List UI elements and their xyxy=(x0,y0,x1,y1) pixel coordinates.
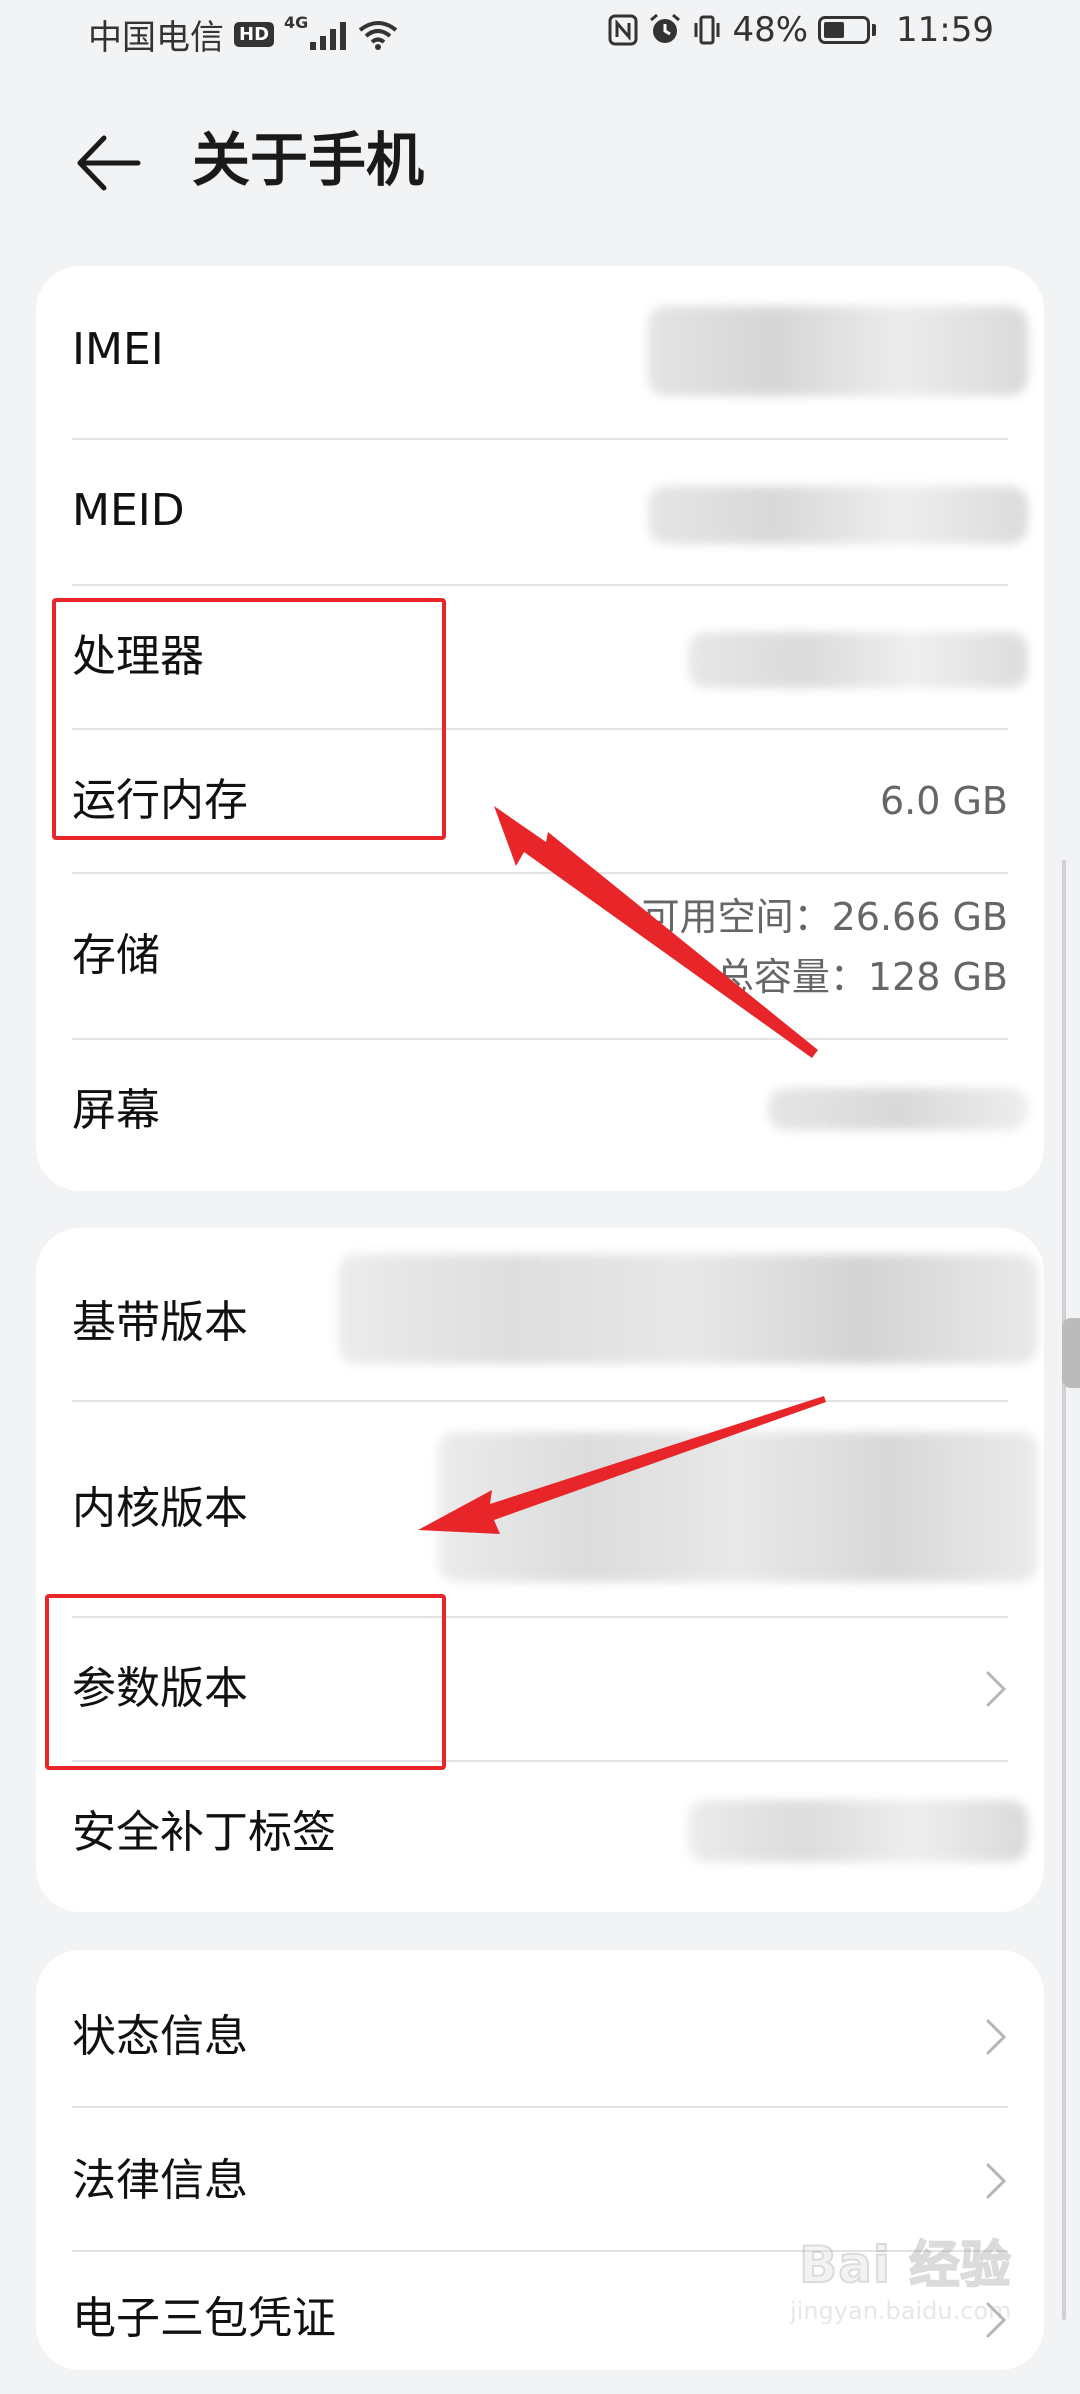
annotation-arrows xyxy=(418,806,826,1534)
baidu-watermark: Bai 经验 jingyan.baidu.com xyxy=(790,2225,1011,2325)
annotation-arrow-lower xyxy=(418,1396,826,1534)
watermark-logo: Bai 经验 xyxy=(798,2235,1012,2295)
watermark-url: jingyan.baidu.com xyxy=(790,2297,1012,2325)
annotation-arrow-upper xyxy=(494,806,818,1058)
